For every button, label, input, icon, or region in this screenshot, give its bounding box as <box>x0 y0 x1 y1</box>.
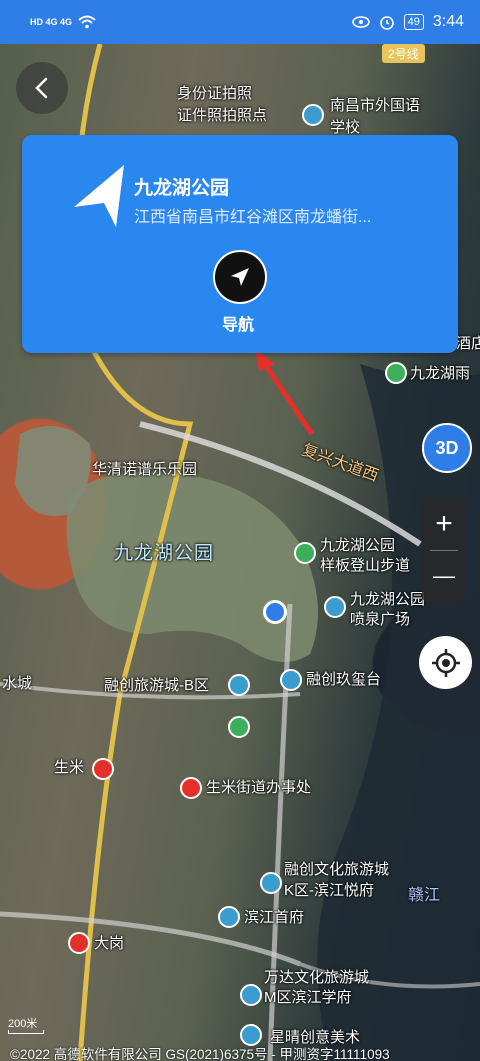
crosshair-icon <box>431 648 460 677</box>
map-copyright: ©2022 高德软件有限公司 GS(2021)6375号 - 甲测资字11111… <box>10 1047 390 1061</box>
map-label[interactable]: 酒店 <box>456 334 480 353</box>
map-label[interactable]: 融创文化旅游城 <box>284 860 389 879</box>
user-location-dot <box>263 600 287 624</box>
school-poi-icon[interactable] <box>302 104 324 126</box>
map-label[interactable]: 华清诺谱乐乐园 <box>92 460 197 479</box>
wifi-icon <box>78 15 96 29</box>
residence-poi-icon[interactable] <box>228 674 250 696</box>
map-label[interactable]: 融创玖玺台 <box>306 670 381 689</box>
navigate-icon <box>231 268 249 286</box>
locate-me-button[interactable] <box>419 636 472 689</box>
map-label[interactable]: 身份证拍照 <box>177 84 252 103</box>
place-title: 九龙湖公园 <box>134 178 230 199</box>
map-label[interactable]: 滨江首府 <box>244 908 304 927</box>
battery-indicator: 49 <box>403 14 424 30</box>
signal-indicators: HD 4G 4G <box>30 15 96 29</box>
signal-text: HD 4G 4G <box>30 17 73 27</box>
map-label[interactable]: 水城 <box>2 674 32 693</box>
scale-label: 200米 <box>8 1018 38 1030</box>
gas-station-poi-icon[interactable] <box>228 716 250 738</box>
park-label[interactable]: 九龙湖公园 <box>114 544 214 563</box>
navigate-label[interactable]: 导航 <box>222 311 254 335</box>
map-label[interactable]: 喷泉广场 <box>350 610 410 629</box>
map-label[interactable]: K区-滨江悦府 <box>284 881 374 900</box>
metro-line-badge: 2号线 <box>382 44 425 63</box>
status-time: 3:44 <box>432 13 464 30</box>
3d-toggle-button[interactable]: 3D <box>422 423 472 473</box>
residence-poi-icon[interactable] <box>260 872 282 894</box>
map-label[interactable]: 九龙湖公园 <box>320 536 395 555</box>
metro-station-icon[interactable] <box>68 932 90 954</box>
status-bar: HD 4G 4G 49 3:44 <box>0 0 480 44</box>
government-poi-icon[interactable] <box>180 777 202 799</box>
zoom-control: + — <box>422 498 466 602</box>
map-label[interactable]: 样板登山步道 <box>320 556 410 575</box>
metro-station-icon[interactable] <box>92 758 114 780</box>
alarm-icon <box>379 16 394 30</box>
park-poi-icon[interactable] <box>385 362 407 384</box>
place-info-card[interactable]: 九龙湖公园 江西省南昌市红谷滩区南龙蟠街... 导航 <box>22 135 458 353</box>
back-chevron-icon <box>35 77 48 99</box>
scale-bar <box>8 1030 44 1034</box>
trail-poi-icon[interactable] <box>294 542 316 564</box>
river-label: 赣江 <box>408 887 441 904</box>
map-label[interactable]: M区滨江学府 <box>264 988 352 1007</box>
map-label[interactable]: 证件照拍照点 <box>177 106 267 125</box>
map-label[interactable]: 生米街道办事处 <box>206 778 311 797</box>
zoom-in-button[interactable]: + <box>422 498 466 550</box>
residence-poi-icon[interactable] <box>218 906 240 928</box>
map-label[interactable]: 九龙湖雨 <box>410 364 470 383</box>
map-label[interactable]: 万达文化旅游城 <box>264 968 369 987</box>
navigate-button[interactable] <box>213 250 267 304</box>
residence-poi-icon[interactable] <box>280 669 302 691</box>
map-label[interactable]: 生米 <box>54 758 84 777</box>
eye-icon <box>351 16 370 28</box>
map-label[interactable]: 南昌市外国语 <box>330 96 420 115</box>
navigation-arrow-icon <box>74 165 124 227</box>
map-label[interactable]: 九龙湖公园 <box>350 590 425 609</box>
map-label[interactable]: 融创旅游城-B区 <box>104 676 209 695</box>
fountain-poi-icon[interactable] <box>324 596 346 618</box>
school-poi-icon[interactable] <box>240 984 262 1006</box>
zoom-out-button[interactable]: — <box>422 551 466 603</box>
place-address: 江西省南昌市红谷滩区南龙蟠街... <box>134 209 372 226</box>
map-label[interactable]: 大岗 <box>94 934 124 953</box>
back-button[interactable] <box>16 62 68 114</box>
